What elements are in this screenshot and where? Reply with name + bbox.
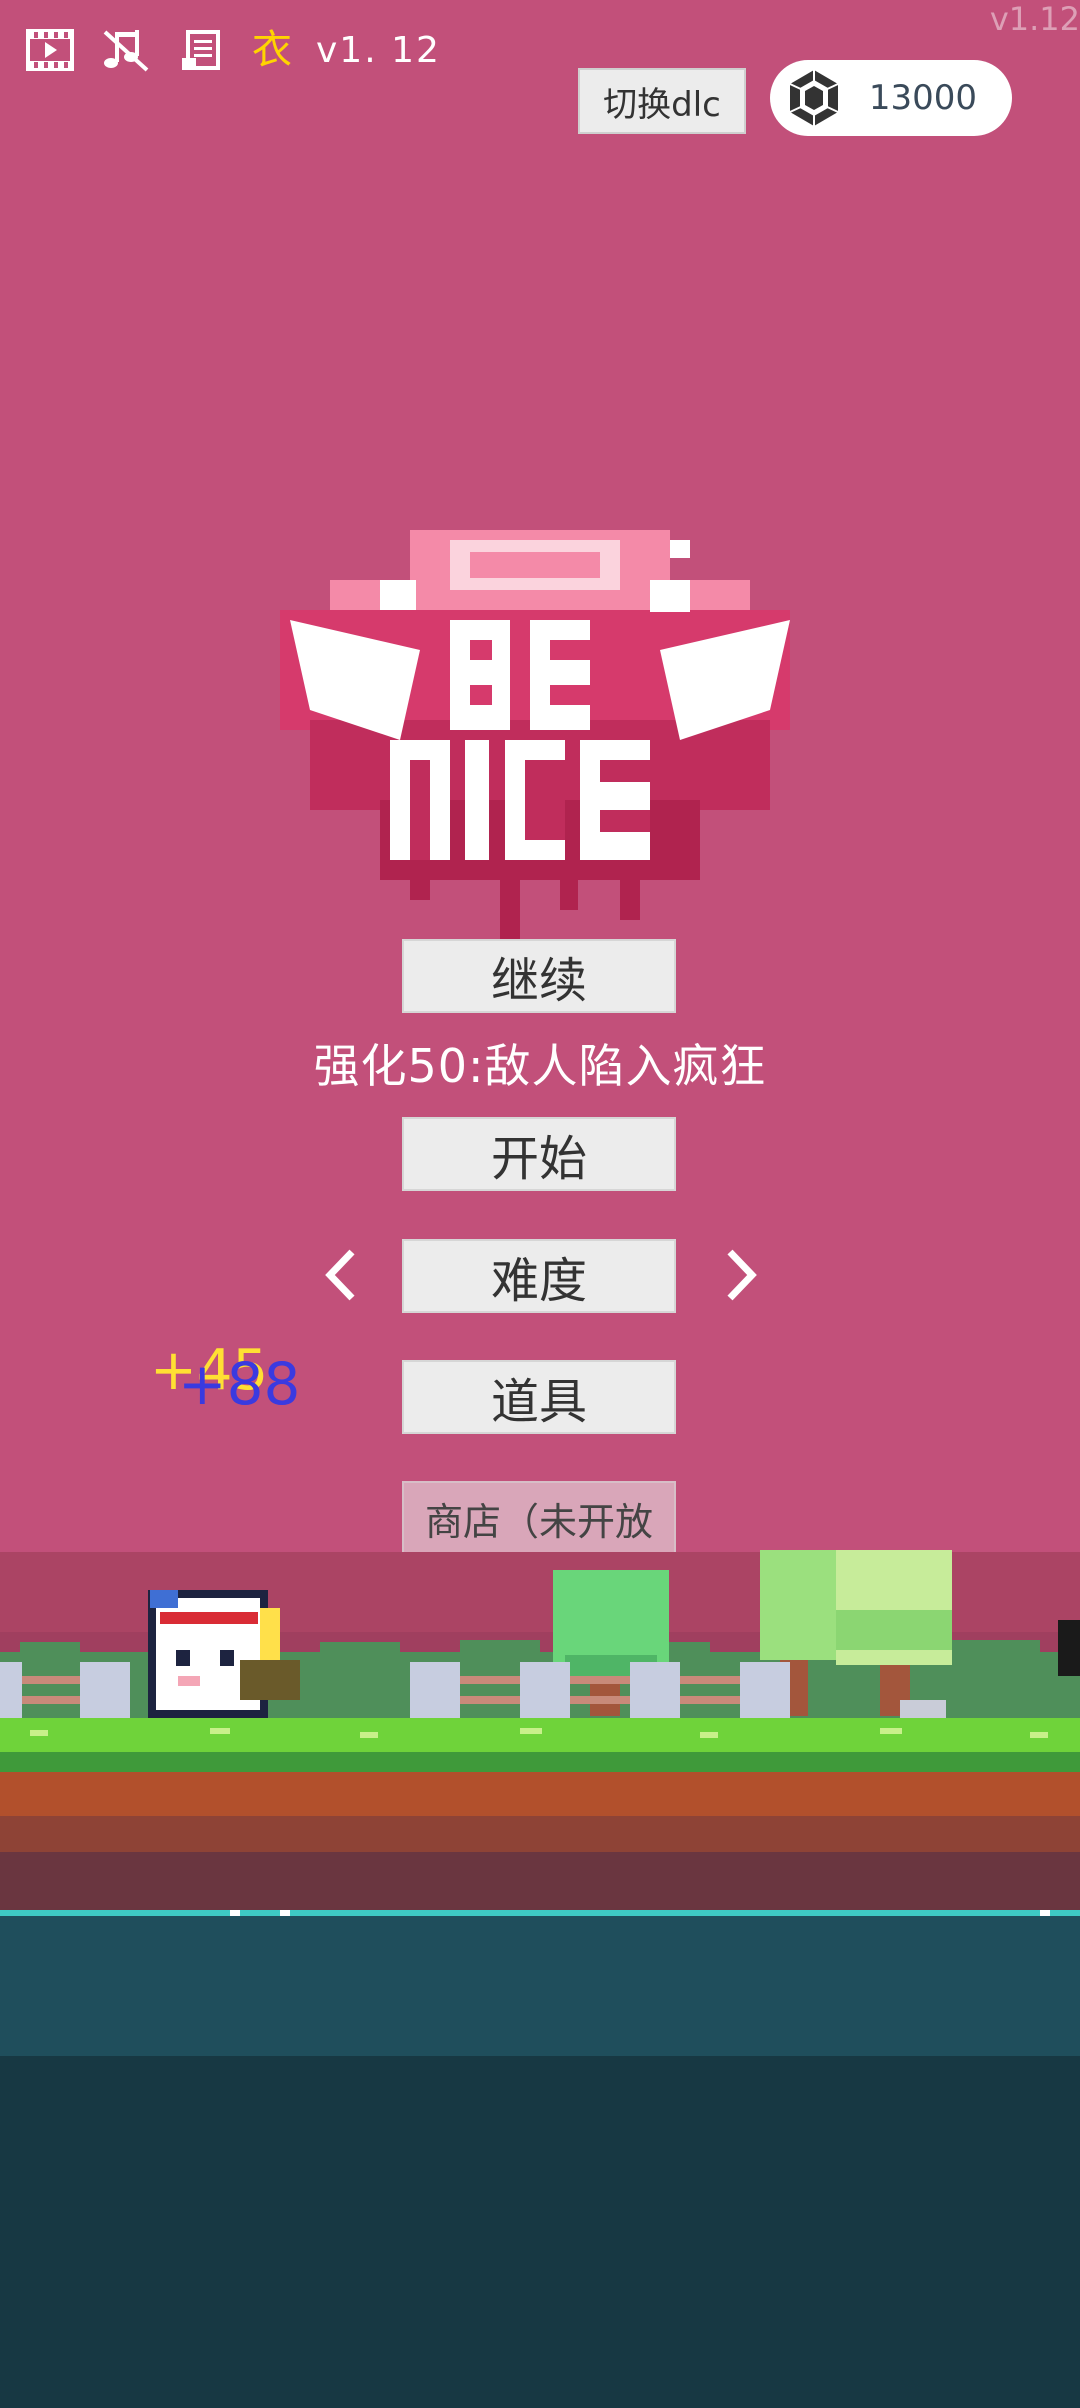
pixel-scenery <box>0 1550 1080 2408</box>
difficulty-prev-arrow[interactable] <box>316 1240 366 1310</box>
start-button[interactable]: 开始 <box>402 1117 676 1191</box>
switch-dlc-button[interactable]: 切换dlc <box>578 68 746 134</box>
difficulty-button[interactable]: 难度 <box>402 1239 676 1313</box>
enhance-hint: 强化50:敌人陷入疯狂 <box>313 1039 767 1093</box>
version-label: v1. 12 <box>316 29 441 71</box>
music-muted-icon[interactable] <box>100 24 152 76</box>
difficulty-next-arrow[interactable] <box>716 1240 766 1310</box>
floating-number-blue: +88 <box>178 1350 301 1418</box>
game-logo <box>280 530 790 940</box>
gem-icon <box>789 70 839 126</box>
gem-counter: 13000 <box>770 60 1012 136</box>
top-toolbar: 衣 v1. 12 <box>24 20 441 80</box>
continue-button[interactable]: 继续 <box>402 939 676 1013</box>
gem-count: 13000 <box>868 78 978 118</box>
version-corner-label: v1.12 <box>989 0 1080 38</box>
clothes-button[interactable]: 衣 <box>252 24 292 76</box>
items-button[interactable]: 道具 <box>402 1360 676 1434</box>
player-character <box>148 1590 300 1718</box>
video-icon[interactable] <box>24 24 76 76</box>
notes-icon[interactable] <box>176 24 228 76</box>
shop-button[interactable]: 商店（未开放 <box>402 1481 676 1555</box>
